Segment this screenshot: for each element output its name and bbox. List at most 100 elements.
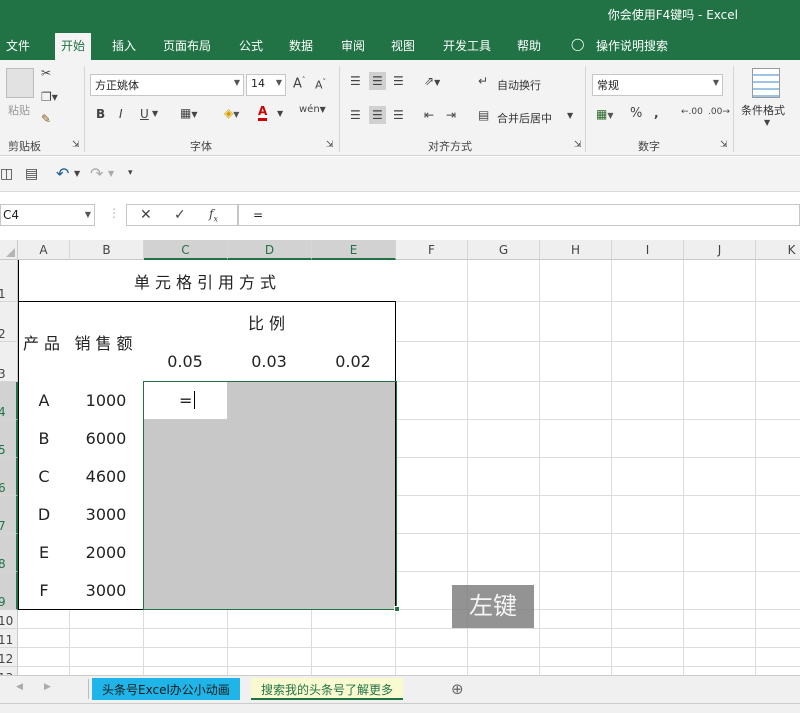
chevron-down-icon[interactable]: ▼ [277,109,283,118]
paste-icon[interactable] [6,68,34,98]
borders-icon[interactable]: ▦▼ [180,106,198,120]
product-cell[interactable]: A [18,381,70,420]
wrap-text-icon[interactable]: ↵ [478,74,488,88]
customize-qat-icon[interactable]: ▾ [128,168,133,178]
column-header-f[interactable]: F [396,240,468,260]
align-left-icon[interactable]: ☰ [350,108,361,122]
sheet-tab-1[interactable]: 头条号Excel办公小动画 [92,678,240,700]
row-header-5[interactable]: 5 [0,420,18,458]
sheet-tab-2[interactable]: 搜索我的头条号了解更多 [251,678,404,700]
sales-cell[interactable]: 1000 [69,381,144,420]
enter-icon[interactable]: ✓ [174,207,186,223]
comma-style-icon[interactable]: , [654,106,659,120]
formula-input[interactable]: = [238,204,800,226]
sales-cell[interactable]: 3000 [69,571,144,610]
tell-me-search[interactable]: 操作说明搜索 [596,37,668,54]
column-header-d[interactable]: D [228,240,312,260]
tab-file[interactable]: 文件 [6,37,30,54]
sales-cell[interactable]: 4600 [69,457,144,496]
column-header-e[interactable]: E [312,240,396,260]
dialog-launcher-icon[interactable]: ⇲ [72,140,80,150]
column-header-g[interactable]: G [468,240,540,260]
merge-center-button[interactable]: 合并后居中 [497,110,552,126]
chevron-down-icon[interactable]: ▼ [108,169,114,178]
selected-cell[interactable] [311,457,396,496]
tab-page-layout[interactable]: 页面布局 [163,37,211,54]
phonetic-icon[interactable]: wén▼ [299,104,326,115]
format-painter-icon[interactable]: ✎ [41,112,51,126]
bold-button[interactable]: B [96,107,105,121]
selected-cell[interactable] [311,381,396,420]
column-header-i[interactable]: I [612,240,684,260]
cancel-icon[interactable]: ✕ [140,207,152,223]
header-product-cell[interactable]: 产品 [18,301,70,382]
underline-button[interactable]: U [140,107,149,121]
chevron-down-icon[interactable]: ▼ [152,109,158,118]
selected-cell[interactable] [143,457,228,496]
align-bottom-icon[interactable]: ☰ [393,74,404,88]
dialog-launcher-icon[interactable]: ⇲ [720,140,728,150]
align-right-icon[interactable]: ☰ [393,108,404,122]
add-sheet-icon[interactable]: ⊕ [451,680,464,698]
product-cell[interactable]: C [18,457,70,496]
product-cell[interactable]: F [18,571,70,610]
insert-function-icon[interactable]: fx [209,207,218,223]
ratio-cell-d3[interactable]: 0.03 [227,341,312,382]
selected-cell[interactable] [227,457,312,496]
shrink-font-icon[interactable]: A˅ [315,78,326,92]
row-header-7[interactable]: 7 [0,496,18,534]
selected-cell[interactable] [311,533,396,572]
orientation-icon[interactable]: ⇗▼ [424,74,440,88]
increase-decimal-icon[interactable]: ←.00 [681,107,703,117]
dialog-launcher-icon[interactable]: ⇲ [574,140,582,150]
select-all-corner[interactable] [0,240,18,260]
row-header-12[interactable]: 12 [0,648,18,667]
chevron-down-icon[interactable]: ▼ [74,169,80,178]
tab-insert[interactable]: 插入 [112,37,136,54]
product-cell[interactable]: E [18,533,70,572]
align-middle-icon[interactable]: ☰ [369,72,386,90]
undo-icon[interactable]: ↶ [56,164,69,183]
grow-font-icon[interactable]: A˄ [293,76,305,91]
merge-center-icon[interactable]: ▤ [478,108,489,122]
tab-developer[interactable]: 开发工具 [443,37,491,54]
column-header-k[interactable]: K [756,240,800,260]
row-header-4[interactable]: 4 [0,382,18,420]
row-header-1[interactable]: 1 [0,260,18,302]
fill-color-icon[interactable]: ◈▼ [224,106,239,120]
font-color-icon[interactable]: A [258,104,268,121]
dialog-launcher-icon[interactable]: ⇲ [326,140,334,150]
number-format-select[interactable]: 常规 ▼ [592,74,723,96]
column-header-c[interactable]: C [144,240,228,260]
percent-icon[interactable]: % [630,106,642,121]
table-title-cell[interactable]: 单元格引用方式 [18,260,396,302]
row-header-11[interactable]: 11 [0,629,18,648]
row-header-13[interactable]: 13 [0,667,18,675]
selected-cell[interactable] [227,533,312,572]
sales-cell[interactable]: 3000 [69,495,144,534]
scroll-left-icon[interactable]: ◀ [16,682,23,692]
tab-formulas[interactable]: 公式 [239,37,263,54]
header-sales-cell[interactable]: 销售额 [69,301,144,382]
font-size-select[interactable]: 14 ▼ [246,74,286,96]
scroll-right-icon[interactable]: ▶ [44,682,51,692]
sales-cell[interactable]: 6000 [69,419,144,458]
align-center-icon[interactable]: ☰ [369,106,386,124]
font-name-select[interactable]: 方正姚体 ▼ [90,74,244,96]
selected-cell[interactable] [311,571,396,610]
decrease-indent-icon[interactable]: ⇤ [424,108,434,122]
selected-cell[interactable] [227,571,312,610]
chevron-down-icon[interactable]: ▼ [764,118,770,127]
accounting-format-icon[interactable]: ▦▼ [596,107,614,121]
paste-label[interactable]: 粘贴 [8,102,30,118]
selected-cell[interactable] [227,419,312,458]
align-top-icon[interactable]: ☰ [350,74,361,88]
tab-view[interactable]: 视图 [391,37,415,54]
tab-review[interactable]: 审阅 [341,37,365,54]
conditional-formatting-button[interactable]: 条件格式 [741,102,785,118]
column-header-h[interactable]: H [540,240,612,260]
fill-handle[interactable] [394,606,400,612]
cut-icon[interactable]: ✂ [41,66,51,80]
header-ratio-cell[interactable]: 比例 [143,301,396,342]
increase-indent-icon[interactable]: ⇥ [446,108,456,122]
